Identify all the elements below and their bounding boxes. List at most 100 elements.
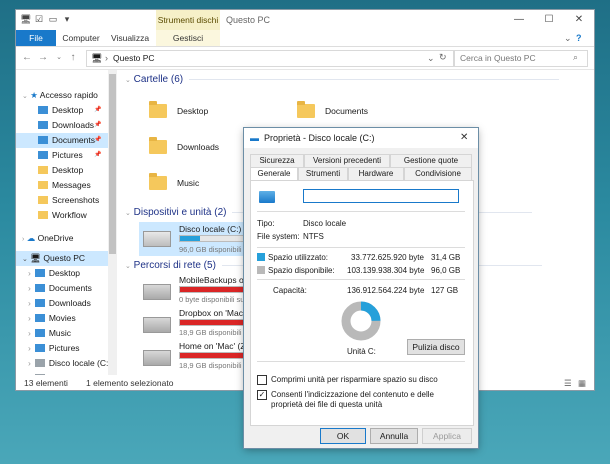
address-bar[interactable]: 🖥 › Questo PC ⌄ ↻ (86, 50, 454, 67)
chevron-right-icon[interactable]: › (28, 283, 31, 293)
nav-quick-item[interactable]: Downloads 📌 (16, 118, 108, 133)
tab-hardware[interactable]: Hardware (348, 167, 404, 180)
documents-icon (38, 136, 48, 144)
used-space-bytes: 33.772.625.920 byte (351, 253, 424, 262)
dialog-close-button[interactable]: ✕ (460, 128, 468, 148)
tab-quota[interactable]: Gestione quote (390, 154, 472, 167)
tab-file[interactable]: File (16, 30, 56, 46)
ok-button[interactable]: OK (320, 428, 366, 444)
compress-label: Comprimi unità per risparmiare spazio su… (271, 375, 438, 384)
tab-tools[interactable]: Strumenti (298, 167, 348, 180)
nav-item-label: Pictures (52, 150, 83, 160)
section-folders[interactable]: ⌄ Cartelle (6) (125, 73, 560, 87)
new-folder-icon[interactable]: ▭ (48, 14, 58, 24)
chevron-right-icon[interactable]: › (28, 313, 31, 323)
refresh-icon[interactable]: ↻ (439, 52, 447, 63)
folder-label: Music (177, 178, 200, 188)
chevron-right-icon[interactable]: › (28, 268, 31, 278)
desktop-icon (38, 106, 48, 114)
downloads-icon (34, 299, 45, 307)
tab-general[interactable]: Generale (250, 167, 298, 180)
chevron-right-icon[interactable]: › (28, 373, 31, 375)
tab-sharing[interactable]: Condivisione (404, 167, 472, 180)
maximize-button[interactable]: ☐ (534, 10, 564, 30)
nav-quick-access[interactable]: ⌄ ★ Accesso rapido (16, 88, 108, 103)
drive-icon: ▬ (250, 133, 259, 143)
tab-view[interactable]: Visualizza (106, 30, 154, 46)
folder-icon (149, 101, 167, 118)
chevron-right-icon[interactable]: › (28, 343, 31, 353)
close-button[interactable]: ✕ (564, 10, 594, 30)
search-input[interactable]: Cerca in Questo PC ⌕ (454, 50, 588, 67)
folder-label: Documents (325, 106, 368, 116)
back-icon[interactable]: ← (20, 51, 34, 65)
chevron-right-icon[interactable]: › (28, 358, 31, 368)
nav-pc-item[interactable]: › Disco locale (C:) (16, 356, 108, 371)
nav-quick-item[interactable]: Pictures 📌 (16, 148, 108, 163)
type-label: Tipo: (257, 219, 275, 228)
tab-manage[interactable]: Gestisci (156, 30, 220, 46)
customize-toolbar-icon[interactable]: ▾ (62, 14, 72, 24)
nav-pc-item[interactable]: › Desktop (16, 266, 108, 281)
nav-pc-item[interactable]: › Music (16, 326, 108, 341)
drive-name: Disco locale (C:) (179, 224, 242, 234)
nav-pc-item[interactable]: › MobileBackups (\\ (16, 371, 108, 375)
properties-icon[interactable]: ☑ (34, 14, 44, 24)
up-icon[interactable]: ↑ (66, 51, 80, 65)
folder-label: Downloads (177, 142, 220, 152)
minimize-button[interactable]: — (504, 10, 534, 30)
separator (257, 247, 465, 248)
apply-button[interactable]: Applica (422, 428, 472, 444)
chevron-right-icon[interactable]: › (28, 298, 31, 308)
nav-quick-item[interactable]: Screenshots (16, 193, 108, 208)
tab-computer[interactable]: Computer (58, 30, 104, 46)
chevron-right-icon[interactable]: › (28, 328, 31, 338)
filesystem-label: File system: (257, 232, 300, 241)
help-icon[interactable]: ? (576, 32, 588, 44)
nav-scrollbar[interactable] (108, 70, 117, 375)
window-title: Questo PC (226, 15, 271, 25)
drive-item-c[interactable]: Disco locale (C:) 96,0 GB disponibili su… (139, 222, 262, 256)
music-icon (34, 329, 45, 337)
free-space-bytes: 103.139.938.304 byte (347, 266, 425, 275)
address-dropdown-icon[interactable]: ⌄ (427, 53, 435, 64)
pictures-icon (38, 151, 48, 159)
chevron-down-icon[interactable]: ⌄ (564, 32, 574, 44)
capacity-gb: 127 GB (431, 286, 459, 295)
folder-icon (38, 166, 48, 174)
cancel-button[interactable]: Annulla (370, 428, 418, 444)
free-space-gb: 96,0 GB (431, 266, 461, 275)
folder-label: Desktop (177, 106, 209, 116)
address-row: ← → ⌄ ↑ 🖥 › Questo PC ⌄ ↻ Cerca in Quest… (16, 47, 594, 70)
nav-pc-item[interactable]: › Downloads (16, 296, 108, 311)
recent-locations-icon[interactable]: ⌄ (52, 51, 66, 65)
compress-checkbox[interactable] (257, 375, 267, 385)
network-drive-icon (143, 350, 171, 366)
context-tab-header: Strumenti dischi (156, 10, 220, 30)
drive-letter-label: Unità C: (347, 347, 376, 356)
nav-quick-item[interactable]: Workflow (16, 208, 108, 223)
search-icon: ⌕ (573, 52, 579, 62)
nav-pc-item[interactable]: › Pictures (16, 341, 108, 356)
details-view-icon[interactable]: ☰ (564, 376, 572, 390)
tab-security[interactable]: Sicurezza (250, 154, 304, 167)
drive-name-input[interactable] (303, 189, 459, 203)
nav-onedrive[interactable]: › ☁ OneDrive (16, 231, 108, 246)
nav-pc-item[interactable]: › Movies (16, 311, 108, 326)
pin-icon: 📌 (94, 152, 102, 158)
nav-quick-item[interactable]: Desktop 📌 (16, 103, 108, 118)
nav-this-pc[interactable]: ⌄ 🖥 Questo PC (16, 251, 108, 266)
separator (257, 211, 465, 212)
index-checkbox[interactable]: ✓ (257, 390, 267, 400)
disk-cleanup-button[interactable]: Pulizia disco (407, 339, 465, 355)
nav-item-label: Screenshots (52, 195, 100, 205)
nav-quick-item[interactable]: Documents 📌 (16, 133, 108, 148)
tab-previous-versions[interactable]: Versioni precedenti (304, 154, 390, 167)
nav-scrollbar-thumb[interactable] (109, 74, 116, 254)
forward-icon[interactable]: → (36, 51, 50, 65)
nav-pc-item[interactable]: › Documents (16, 281, 108, 296)
nav-quick-item[interactable]: Desktop (16, 163, 108, 178)
nav-quick-item[interactable]: Messages (16, 178, 108, 193)
nav-item-label: Downloads (52, 120, 95, 130)
large-icons-view-icon[interactable]: ▦ (578, 376, 586, 390)
